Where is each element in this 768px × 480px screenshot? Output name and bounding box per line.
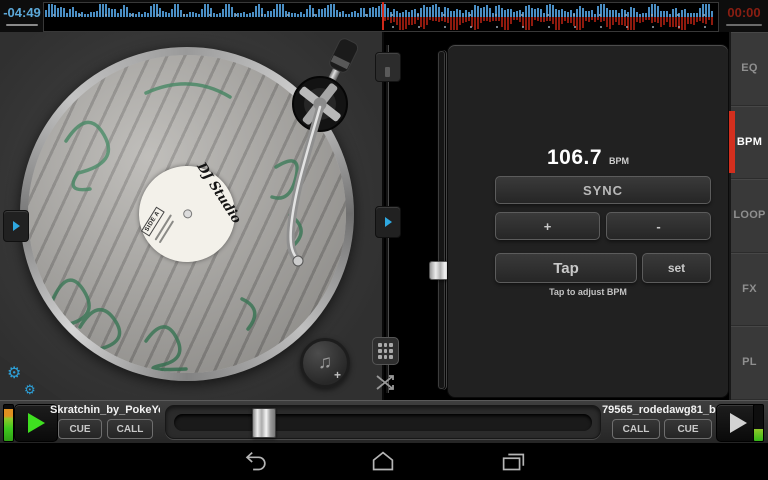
arrow-right-icon xyxy=(13,221,20,231)
crossfader-handle[interactable] xyxy=(252,408,276,438)
cue-button-deck-b[interactable]: CUE xyxy=(664,419,712,439)
beat-markers-deck-a xyxy=(45,14,715,16)
vu-level xyxy=(754,429,763,441)
play-icon xyxy=(730,413,747,433)
waveform-deck-b[interactable] xyxy=(384,17,715,30)
bpm-hint-text: Tap to adjust BPM xyxy=(448,287,728,297)
tab-loop[interactable]: LOOP xyxy=(731,179,768,253)
dj-studio-screen: -04:49 00:00 xyxy=(0,0,768,480)
waveform-topbar: -04:49 00:00 xyxy=(0,0,768,32)
active-tab-indicator xyxy=(729,111,735,174)
home-button[interactable] xyxy=(368,447,398,477)
tap-button[interactable]: Tap xyxy=(495,253,637,283)
tab-bpm[interactable]: BPM xyxy=(731,106,768,180)
bpm-readout: 106.7 BPM xyxy=(448,146,728,170)
vu-level xyxy=(4,409,13,441)
tab-label: FX xyxy=(742,283,757,295)
tab-fx[interactable]: FX xyxy=(731,253,768,327)
handle-notch xyxy=(385,67,390,77)
vu-meter-deck-a xyxy=(3,404,14,442)
crossfader xyxy=(165,405,601,439)
right-sidebar: EQ BPM LOOP FX PL xyxy=(729,32,768,400)
bpm-increase-button[interactable]: + xyxy=(495,212,600,240)
bpm-panel: 106.7 BPM SYNC + - Tap set Tap to adjust … xyxy=(447,44,729,398)
music-note-icon: ♫ xyxy=(318,352,332,374)
expand-left-panel-button[interactable] xyxy=(3,210,29,242)
expand-center-panel-button[interactable] xyxy=(375,206,401,238)
beat-markers-deck-b xyxy=(384,26,715,28)
back-button[interactable] xyxy=(240,447,270,477)
tab-eq[interactable]: EQ xyxy=(731,32,768,106)
gear-icon[interactable]: ⚙ xyxy=(7,366,21,382)
tab-label: EQ xyxy=(741,62,758,74)
arrow-right-icon xyxy=(385,217,392,227)
play-icon xyxy=(28,413,45,433)
deck-a-time-remaining: -04:49 xyxy=(2,5,42,20)
recent-apps-button[interactable] xyxy=(498,447,528,477)
track-title-deck-a: Skratchin_by_PokeYoul xyxy=(50,404,160,416)
set-button[interactable]: set xyxy=(642,253,711,283)
bpm-value: 106.7 xyxy=(547,146,602,169)
sampler-pad-button[interactable] xyxy=(372,337,399,365)
bpm-decrease-button[interactable]: - xyxy=(606,212,711,240)
bpm-unit-label: BPM xyxy=(609,156,629,166)
crossfade-swap-button[interactable] xyxy=(373,370,399,396)
deck-control-bar: Skratchin_by_PokeYoul CUE CALL 79565_rod… xyxy=(0,400,768,443)
track-title-deck-b: 79565_rodedawg81_bea xyxy=(602,404,718,416)
vu-meter-deck-b xyxy=(753,404,764,442)
tab-label: BPM xyxy=(737,136,762,148)
deck-b-time-elapsed: 00:00 xyxy=(722,5,766,20)
load-track-button[interactable]: ♫ + xyxy=(300,338,350,388)
deck-a-time-underline xyxy=(6,24,38,26)
deck-b-time-underline xyxy=(726,24,762,26)
tab-label: LOOP xyxy=(733,209,765,221)
call-button-deck-b[interactable]: CALL xyxy=(612,419,660,439)
call-button-deck-a[interactable]: CALL xyxy=(107,419,153,439)
android-nav-bar xyxy=(0,443,768,480)
plus-icon: + xyxy=(334,368,341,382)
gear-icon[interactable]: ⚙ xyxy=(24,383,36,396)
rail-slider-handle[interactable] xyxy=(375,52,401,82)
sync-button[interactable]: SYNC xyxy=(495,176,711,204)
crossfader-groove[interactable] xyxy=(174,414,592,431)
pitch-slider-track[interactable] xyxy=(437,50,446,390)
playhead-marker xyxy=(382,2,384,30)
tab-label: PL xyxy=(742,356,757,368)
turntable-deck-a: SIDE A DJ Studio xyxy=(0,32,384,400)
tab-pl[interactable]: PL xyxy=(731,326,768,400)
cue-button-deck-a[interactable]: CUE xyxy=(58,419,102,439)
crossed-arrows-icon xyxy=(375,373,397,393)
